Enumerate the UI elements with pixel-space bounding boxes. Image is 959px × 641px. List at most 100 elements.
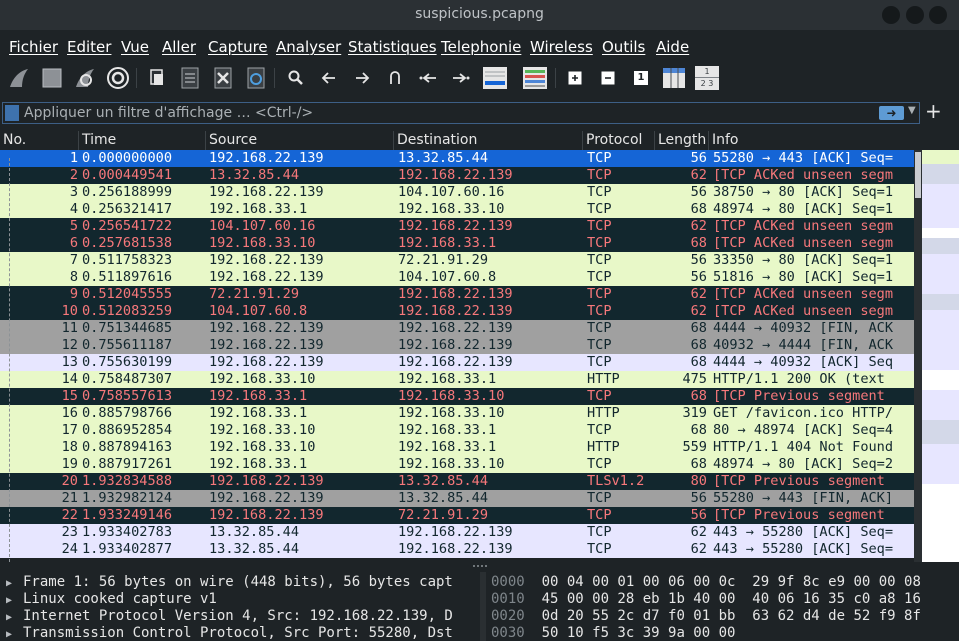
packet-list-scrollbar[interactable] [914, 150, 922, 562]
col-no[interactable]: No. [0, 131, 79, 150]
menu-fichier[interactable]: Fichier [9, 38, 58, 56]
menu-statistiques[interactable]: Statistiques [348, 38, 437, 56]
packet-row[interactable]: 21 1.932982124 192.168.22.139 13.32.85.44 TC… [0, 490, 914, 507]
forward-arrow-icon[interactable] [349, 65, 375, 91]
resize-columns-icon[interactable] [661, 65, 687, 91]
packet-row[interactable]: 11 0.751344685 192.168.22.139 192.168.22.13… [0, 320, 914, 337]
expand-arrow-icon[interactable]: ▶ [6, 609, 23, 626]
cell-no: 16 [61, 405, 78, 421]
packet-row[interactable]: 6 0.257681538 192.168.33.10 192.168.33.1 TCP… [0, 235, 914, 252]
gear-options-icon[interactable] [105, 65, 131, 91]
shark-fin-restart-icon[interactable] [72, 65, 98, 91]
pane-splitter[interactable] [0, 562, 959, 572]
col-protocol[interactable]: Protocol [583, 131, 655, 150]
col-time[interactable]: Time [79, 131, 206, 150]
packet-row[interactable]: 4 0.256321417 192.168.33.1 192.168.33.10 TCP… [0, 201, 914, 218]
detail-ipv4[interactable]: ▶ Internet Protocol Version 4, Src: 192.1… [6, 608, 453, 625]
menu-aller[interactable]: Aller [162, 38, 196, 56]
packet-row[interactable]: 7 0.511758323 192.168.22.139 72.21.91.29 TCP… [0, 252, 914, 269]
menu-outils[interactable]: Outils [602, 38, 645, 56]
bytes-line: 0020 0d 20 55 2c d7 f0 01 bb 63 62 d4 de… [491, 608, 921, 624]
bytes-line: 0010 45 00 00 28 eb 1b 40 00 40 06 16 35… [491, 591, 921, 607]
save-file-icon[interactable] [177, 65, 203, 91]
packet-row[interactable]: 17 0.886952854 192.168.33.10 192.168.33.1 TC… [0, 422, 914, 439]
cell-destination: 192.168.22.139 [398, 320, 513, 336]
detail-linux-cooked[interactable]: ▶ Linux cooked capture v1 [6, 591, 217, 608]
packet-row[interactable]: 5 0.256541722 104.107.60.16 192.168.22.139 T… [0, 218, 914, 235]
maximize-button[interactable] [906, 6, 924, 24]
close-file-icon[interactable] [210, 65, 236, 91]
packet-row[interactable]: 10 0.512083259 104.107.60.8 192.168.22.139 T… [0, 303, 914, 320]
packet-row[interactable]: 16 0.885798766 192.168.33.1 192.168.33.10 HT… [0, 405, 914, 422]
menu-aide[interactable]: Aide [656, 38, 689, 56]
display-filter-bar[interactable]: Appliquer un filtre d'affichage … <Ctrl-… [2, 102, 920, 124]
packet-row[interactable]: 9 0.512045555 72.21.91.29 192.168.22.139 TCP… [0, 286, 914, 303]
expand-arrow-icon[interactable]: ▶ [6, 575, 23, 592]
normal-size-icon[interactable]: 1 [628, 65, 654, 91]
menu-telephonie[interactable]: Telephonie [441, 38, 521, 56]
packet-row[interactable]: 2 0.000449541 13.32.85.44 192.168.22.139 TCP… [0, 167, 914, 184]
search-icon[interactable] [283, 65, 309, 91]
packet-details-pane[interactable]: ▶ Frame 1: 56 bytes on wire (448 bits), 5… [0, 572, 478, 641]
first-packet-icon[interactable] [415, 65, 441, 91]
packet-row[interactable]: 23 1.933402783 13.32.85.44 192.168.22.139 TC… [0, 524, 914, 541]
cell-protocol: TCP [587, 150, 612, 166]
last-packet-icon[interactable] [448, 65, 474, 91]
col-length[interactable]: Length [655, 131, 709, 150]
go-to-packet-icon[interactable] [382, 65, 408, 91]
open-file-icon[interactable] [144, 65, 170, 91]
cell-length: 62 [690, 303, 707, 319]
add-filter-button[interactable]: + [925, 99, 942, 123]
cell-time: 1.933402783 [82, 524, 173, 540]
detail-tcp[interactable]: ▶ Transmission Control Protocol, Src Port… [6, 625, 453, 641]
packet-row[interactable]: 13 0.755630199 192.168.22.139 192.168.22.13… [0, 354, 914, 371]
detail-frame[interactable]: ▶ Frame 1: 56 bytes on wire (448 bits), 5… [6, 574, 453, 591]
col-source[interactable]: Source [206, 131, 394, 150]
packet-row[interactable]: 24 1.933402877 13.32.85.44 192.168.22.139 TC… [0, 541, 914, 558]
packet-list-scroll-thumb[interactable] [915, 152, 921, 198]
back-arrow-icon[interactable] [316, 65, 342, 91]
packet-row[interactable]: 18 0.887894163 192.168.33.10 192.168.33.1 HT… [0, 439, 914, 456]
autoscroll-icon[interactable] [481, 65, 509, 91]
reload-file-icon[interactable] [243, 65, 269, 91]
packet-row[interactable]: 12 0.755611187 192.168.22.139 192.168.22.13… [0, 337, 914, 354]
menu-capture[interactable]: Capture [208, 38, 268, 56]
stop-square-icon[interactable] [39, 65, 65, 91]
filter-bookmark-icon[interactable] [5, 105, 19, 121]
cell-destination: 192.168.22.139 [398, 354, 513, 370]
menu-vue[interactable]: Vue [121, 38, 149, 56]
apply-filter-arrow-icon[interactable]: ➜ [879, 106, 904, 120]
packet-row[interactable]: 3 0.256188999 192.168.22.139 104.107.60.16 T… [0, 184, 914, 201]
colorize-icon[interactable] [521, 65, 549, 91]
menu-editer[interactable]: Editer [67, 38, 111, 56]
packet-row[interactable]: 20 1.932834588 192.168.22.139 13.32.85.44 TL… [0, 473, 914, 490]
cell-time: 0.758487307 [82, 371, 173, 387]
cell-info: [TCP Previous segment [713, 473, 885, 489]
packet-minimap[interactable] [922, 150, 959, 562]
filter-dropdown-icon[interactable]: ▼ [908, 105, 916, 116]
menu-analyser[interactable]: Analyser [276, 38, 341, 56]
zoom-out-icon[interactable] [595, 65, 621, 91]
expand-arrow-icon[interactable]: ▶ [6, 592, 23, 609]
packet-row[interactable]: 19 0.887917261 192.168.33.1 192.168.33.10 TC… [0, 456, 914, 473]
col-destination[interactable]: Destination [394, 131, 583, 150]
cell-source: 104.107.60.16 [209, 218, 316, 234]
packet-row[interactable]: 22 1.933249146 192.168.22.139 72.21.91.29 TC… [0, 507, 914, 524]
zoom-in-icon[interactable] [562, 65, 588, 91]
expand-arrow-icon[interactable]: ▶ [6, 626, 23, 641]
packet-row[interactable]: 15 0.758557613 192.168.33.1 192.168.33.10 TC… [0, 388, 914, 405]
packet-row[interactable]: 1 0.000000000 192.168.22.139 13.32.85.44 TCP… [0, 150, 914, 167]
cell-destination: 13.32.85.44 [398, 150, 489, 166]
packet-bytes-pane[interactable]: 0000 00 04 00 01 00 06 00 0c 29 9f 8c e9… [486, 572, 959, 641]
close-button[interactable] [929, 6, 947, 24]
layout-icon[interactable]: 1 2 3 [694, 65, 720, 91]
packet-row[interactable]: 8 0.511897616 192.168.22.139 104.107.60.8 TC… [0, 269, 914, 286]
minimize-button[interactable] [882, 6, 900, 24]
packet-list[interactable]: 1 0.000000000 192.168.22.139 13.32.85.44 TCP… [0, 150, 914, 562]
packet-row[interactable]: 14 0.758487307 192.168.33.10 192.168.33.1 HT… [0, 371, 914, 388]
display-filter-input[interactable]: Appliquer un filtre d'affichage … <Ctrl-… [24, 105, 313, 121]
menu-wireless[interactable]: Wireless [530, 38, 593, 56]
col-info[interactable]: Info [709, 131, 914, 150]
cell-source: 192.168.22.139 [209, 354, 324, 370]
shark-fin-start-icon[interactable] [6, 65, 32, 91]
